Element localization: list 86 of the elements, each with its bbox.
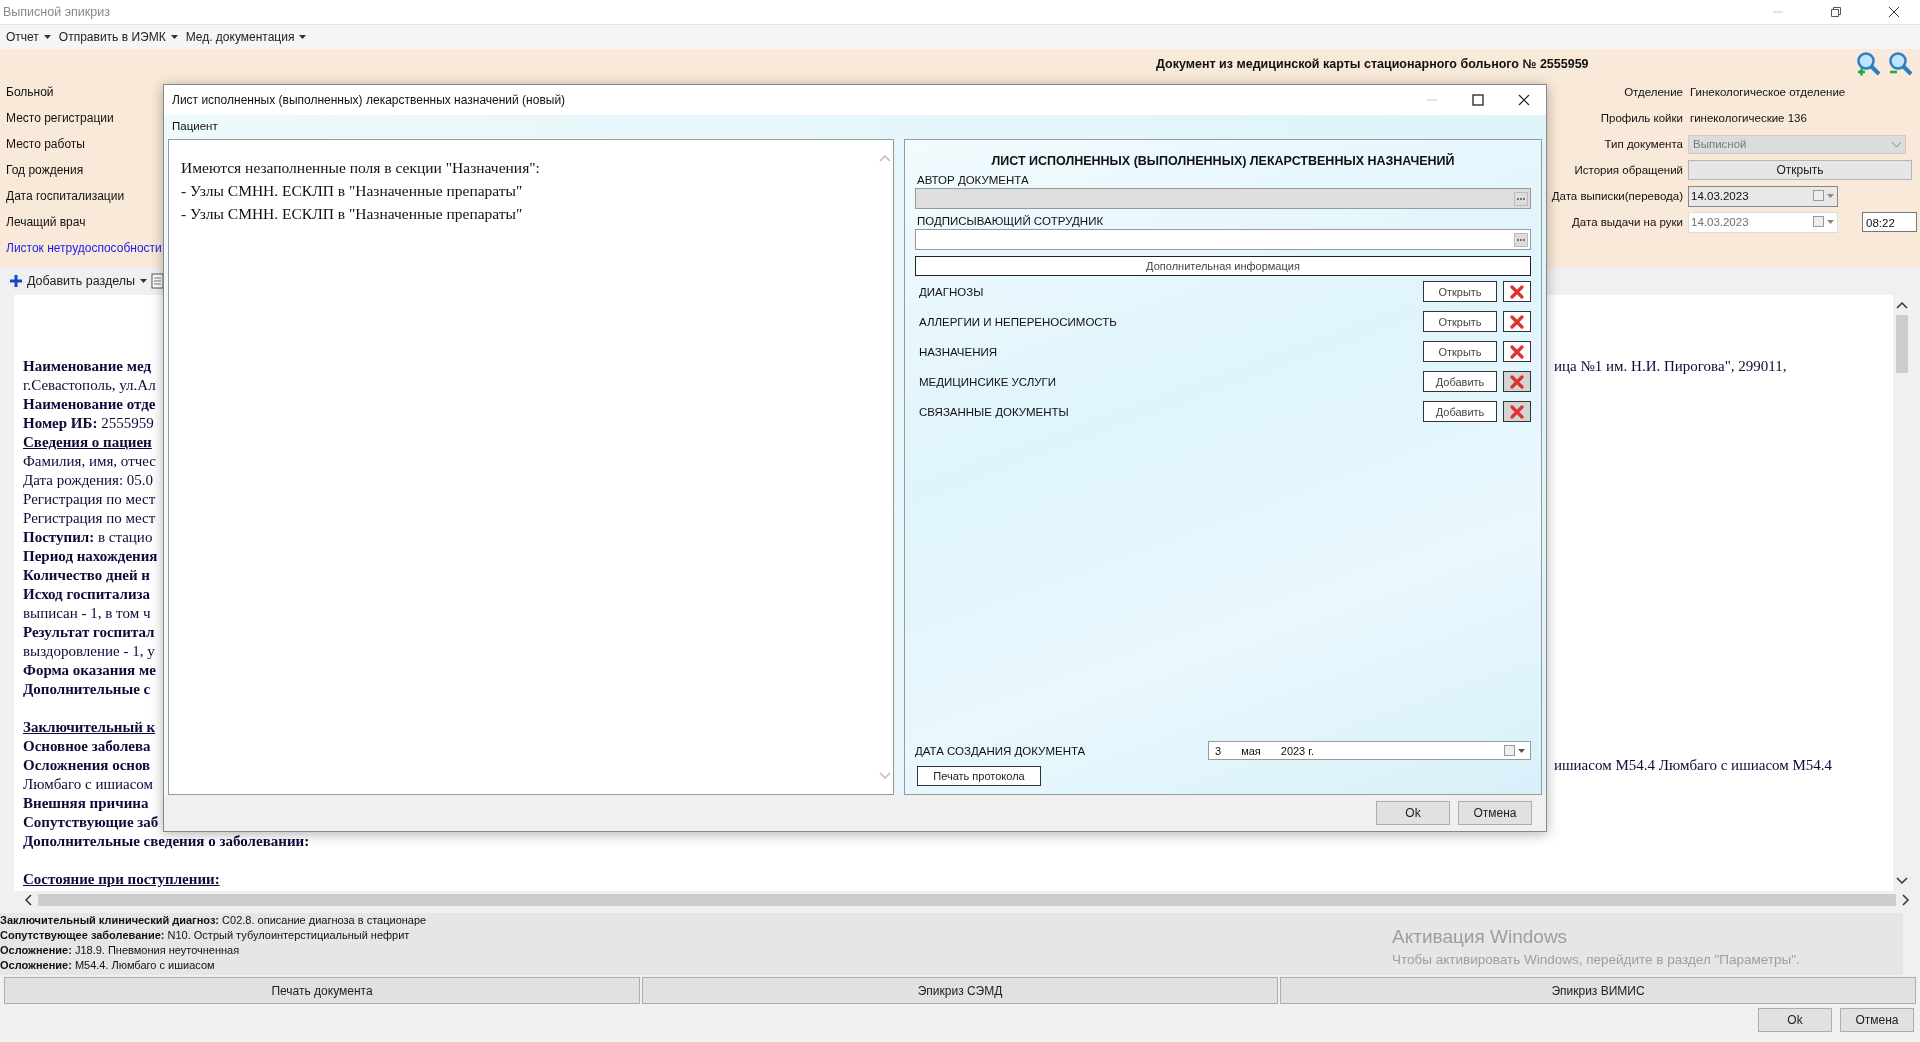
document-text: Поступил: в стацио: [23, 529, 153, 545]
document-text: Исход госпитализа: [23, 586, 151, 602]
section-button[interactable]: Добавить: [1423, 401, 1497, 422]
field-value: Гинекологическое отделение: [1689, 86, 1846, 98]
document-text: Фамилия, имя, отчес: [23, 453, 156, 469]
document-text: Внешняя причина: [23, 795, 149, 811]
summary-text: Осложнение: M54.4. Люмбаго с ишиасом: [0, 958, 215, 973]
field-label: ДАТА СОЗДАНИЯ ДОКУМЕНТА: [915, 744, 1086, 757]
field-label: Место регистрации: [6, 110, 115, 127]
dialog-button[interactable]: Ok: [1376, 801, 1450, 825]
summary-text: Осложнение: J18.9. Пневмония неуточненная: [0, 943, 240, 958]
document-text: Регистрация по мест: [23, 491, 156, 507]
section-label: НАЗНАЧЕНИЯ: [918, 345, 999, 358]
action-button[interactable]: Печать документа: [4, 977, 640, 1004]
validation-message: - Узлы СМНН. ЕСКЛП в "Назначенные препараты": [181, 181, 524, 201]
field-label: Отделение: [1623, 86, 1684, 98]
window-title: Выписной эпикриз: [3, 5, 110, 19]
section-label: МЕДИЦИНСИКЕ УСЛУГИ: [918, 375, 1058, 388]
document-text: Номер ИБ: 2555959: [23, 415, 154, 431]
document-text: Дополнительные сведения о заболевании:: [23, 833, 310, 849]
summary-text: Заключительный клинический диагноз: C02.8. описание диагноза в стационаре: [0, 913, 427, 928]
field-label: Дата выдачи на руки: [1571, 216, 1684, 228]
field-label: Год рождения: [6, 162, 85, 179]
open-button[interactable]: Открыть: [1688, 160, 1912, 180]
field-label: ПОДПИСЫВАЮЩИЙ СОТРУДНИК: [916, 215, 1105, 227]
section-button[interactable]: Открыть: [1423, 311, 1497, 332]
document-text: Наименование отде: [23, 396, 156, 412]
document-text: Состояние при поступлении:: [23, 871, 220, 887]
activation-notice-title: Активация Windows: [1392, 926, 1569, 948]
dialog-button[interactable]: Отмена: [1840, 1008, 1914, 1032]
document-text: Форма оказания ме: [23, 662, 156, 678]
summary-text: Сопутствующее заболевание: N10. Острый тубулоинтерстициальный нефрит: [0, 928, 410, 943]
document-text: ица №1 им. Н.И. Пирогова", 299011,: [1554, 357, 1787, 376]
section-button[interactable]: Добавить: [1423, 371, 1497, 392]
field-label: Больной: [6, 84, 55, 101]
document-text: выздоровление - 1, у: [23, 643, 155, 659]
section-label: ДИАГНОЗЫ: [918, 285, 985, 298]
field-label: АВТОР ДОКУМЕНТА: [916, 174, 1030, 186]
field-label: Тип документа: [1603, 138, 1684, 150]
document-text: Заключительный к: [23, 719, 156, 735]
action-button[interactable]: Эпикриз СЭМД: [642, 977, 1278, 1004]
document-text: Период нахождения: [23, 548, 158, 564]
dialog-title: Лист исполненных (выполненных) лекарственных назначений (новый): [172, 93, 566, 107]
field-label: История обращений: [1573, 164, 1684, 176]
section-label: СВЯЗАННЫЕ ДОКУМЕНТЫ: [918, 405, 1070, 418]
section-button[interactable]: Открыть: [1423, 281, 1497, 302]
document-text: Количество дней н: [23, 567, 150, 583]
document-text: Дополнительные с: [23, 681, 151, 697]
section-button[interactable]: Открыть: [1423, 341, 1497, 362]
field-label: Дата госпитализации: [6, 188, 126, 205]
menu-item[interactable]: Отчет: [2, 30, 55, 44]
print-protocol-button[interactable]: Печать протокола: [917, 766, 1041, 786]
field-label: Лечащий врач: [6, 214, 87, 231]
form-title: ЛИСТ ИСПОЛНЕННЫХ (ВЫПОЛНЕННЫХ) ЛЕКАРСТВЕННЫХ НАЗНАЧЕНИЙ: [990, 154, 1456, 168]
document-text: Люмбаго с ишиасом: [23, 776, 154, 792]
document-text: Регистрация по мест: [23, 510, 156, 526]
document-title: Документ из медицинской карты стационарного больного № 2555959: [1156, 57, 1589, 71]
document-text: Наименование мед: [23, 358, 151, 374]
date-picker[interactable]: 3 мая 2023 г.: [1208, 741, 1531, 760]
sick-leave-link[interactable]: Листок нетрудоспособности: [6, 235, 162, 261]
dialog-button[interactable]: Ok: [1758, 1008, 1832, 1032]
field-value: гинекологические 136: [1689, 112, 1807, 124]
document-text: выписан - 1, в том ч: [23, 605, 151, 621]
document-text: Осложнения основ: [23, 757, 151, 773]
date-field[interactable]: 14.03.2023: [1688, 185, 1838, 207]
action-button[interactable]: Эпикриз ВИМИС: [1280, 977, 1916, 1004]
document-text: ишиасом M54.4 Люмбаго с ишиасом M54.4: [1554, 756, 1833, 775]
activation-notice-text: Чтобы активировать Windows, перейдите в раздел "Параметры".: [1392, 952, 1800, 967]
patient-label: Пациент: [172, 120, 218, 132]
field-label: Место работы: [6, 136, 86, 153]
document-text: Основное заболева: [23, 738, 151, 754]
field-label: Дата выписки(перевода): [1550, 190, 1684, 202]
document-text: Результат госпитал: [23, 624, 155, 640]
section-label: АЛЛЕРГИИ И НЕПЕРЕНОСИМОСТЬ: [918, 315, 1118, 328]
document-text: Дата рождения: 05.0: [23, 472, 154, 488]
validation-message: Имеются незаполненные поля в секции "Назначения":: [181, 158, 541, 178]
add-sections-button[interactable]: Добавить разделы: [8, 274, 150, 288]
document-text: Сопутствующие заб: [23, 814, 159, 830]
menu-item[interactable]: Отправить в ИЭМК: [54, 30, 182, 44]
validation-message: - Узлы СМНН. ЕСКЛП в "Назначенные препараты": [181, 204, 524, 224]
document-text: г.Севастополь, ул.Ал: [23, 377, 156, 393]
field-label: Профиль койки: [1599, 112, 1684, 124]
document-text: Сведения о пациен: [23, 434, 152, 450]
additional-info-button[interactable]: Дополнительная информация: [915, 256, 1531, 276]
dialog-button[interactable]: Отмена: [1458, 801, 1532, 825]
menu-item[interactable]: Мед. документация: [181, 30, 311, 44]
